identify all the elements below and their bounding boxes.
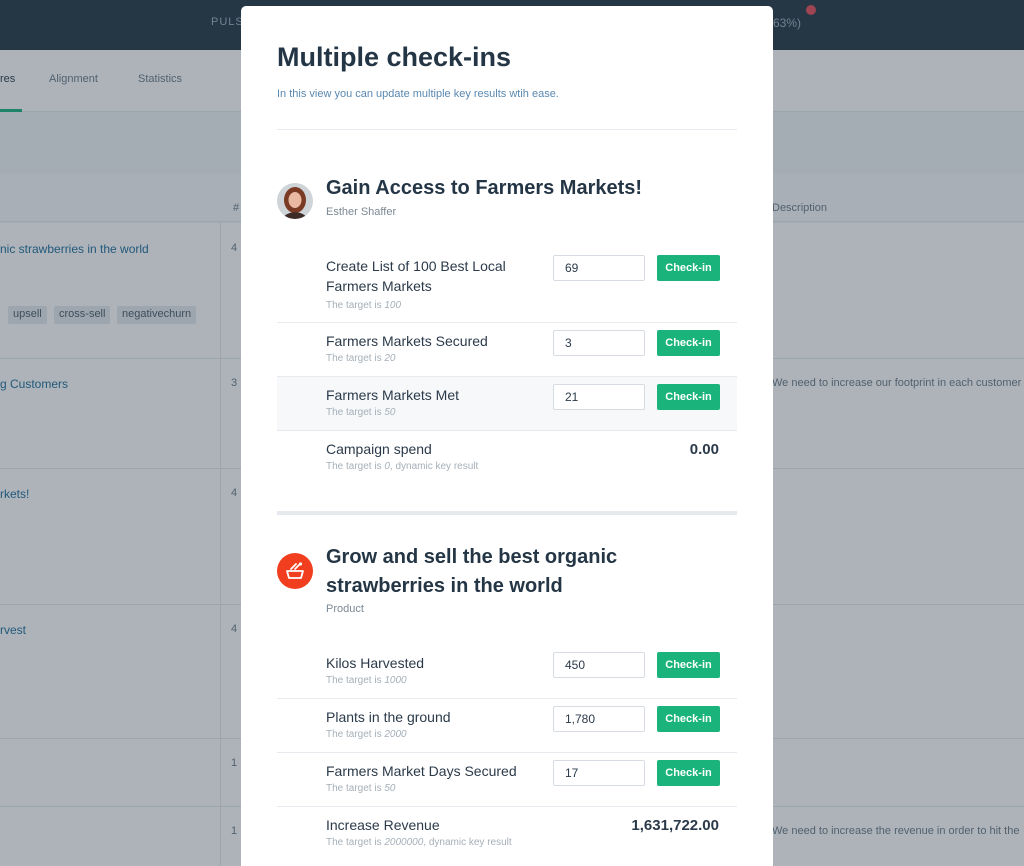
- key-result-row: Plants in the ground The target is 2000 …: [277, 699, 737, 753]
- modal-subtitle: In this view you can update multiple key…: [277, 88, 559, 100]
- key-result-name: Campaign spend: [326, 441, 432, 457]
- key-result-name: Plants in the ground: [326, 709, 451, 725]
- check-in-button[interactable]: Check-in: [657, 760, 720, 786]
- key-result-row: Create List of 100 Best Local Farmers Ma…: [277, 248, 737, 323]
- check-in-button[interactable]: Check-in: [657, 384, 720, 410]
- product-team-icon: [277, 553, 313, 589]
- key-result-current-value: 1,631,722.00: [631, 817, 719, 834]
- key-result-row: Campaign spend The target is 0, dynamic …: [277, 431, 737, 491]
- objective-owner: Esther Shaffer: [326, 206, 397, 218]
- check-in-value-input[interactable]: [553, 706, 645, 732]
- objective-title: Gain Access to Farmers Markets!: [326, 177, 643, 199]
- multiple-checkins-modal: Multiple check-ins In this view you can …: [241, 6, 773, 866]
- key-result-row: Farmers Market Days Secured The target i…: [277, 753, 737, 807]
- key-result-target: The target is 0, dynamic key result: [326, 461, 479, 472]
- check-in-value-input[interactable]: [553, 255, 645, 281]
- section-divider: [277, 511, 737, 515]
- key-result-target: The target is 2000: [326, 729, 407, 740]
- key-result-name: Create List of 100 Best Local Farmers Ma…: [326, 258, 506, 294]
- divider: [277, 129, 737, 130]
- check-in-button[interactable]: Check-in: [657, 652, 720, 678]
- check-in-button[interactable]: Check-in: [657, 706, 720, 732]
- check-in-value-input[interactable]: [553, 760, 645, 786]
- key-result-target: The target is 50: [326, 407, 396, 418]
- person-avatar: [277, 183, 313, 219]
- key-result-name: Farmers Markets Secured: [326, 333, 488, 349]
- modal-title: Multiple check-ins: [277, 42, 512, 72]
- key-result-target: The target is 1000: [326, 675, 407, 686]
- check-in-value-input[interactable]: [553, 652, 645, 678]
- check-in-value-input[interactable]: [553, 384, 645, 410]
- key-result-target: The target is 50: [326, 783, 396, 794]
- objective-title: Grow and sell the best organic strawberr…: [326, 546, 618, 597]
- key-result-row: Farmers Markets Met The target is 50 Che…: [277, 377, 737, 431]
- key-result-row: Kilos Harvested The target is 1000 Check…: [277, 645, 737, 699]
- key-result-row: Farmers Markets Secured The target is 20…: [277, 323, 737, 377]
- key-result-name: Increase Revenue: [326, 817, 440, 833]
- check-in-button[interactable]: Check-in: [657, 255, 720, 281]
- key-result-current-value: 0.00: [689, 441, 719, 458]
- key-result-target: The target is 2000000, dynamic key resul…: [326, 837, 512, 848]
- key-result-name: Farmers Market Days Secured: [326, 763, 517, 779]
- key-result-name: Farmers Markets Met: [326, 387, 460, 403]
- check-in-value-input[interactable]: [553, 330, 645, 356]
- key-result-name: Kilos Harvested: [326, 655, 425, 671]
- objective-owner: Product: [326, 603, 364, 615]
- check-in-button[interactable]: Check-in: [657, 330, 720, 356]
- key-result-row: Increase Revenue The target is 2000000, …: [277, 807, 737, 866]
- key-result-target: The target is 100: [326, 300, 402, 311]
- key-result-target: The target is 20: [326, 353, 396, 364]
